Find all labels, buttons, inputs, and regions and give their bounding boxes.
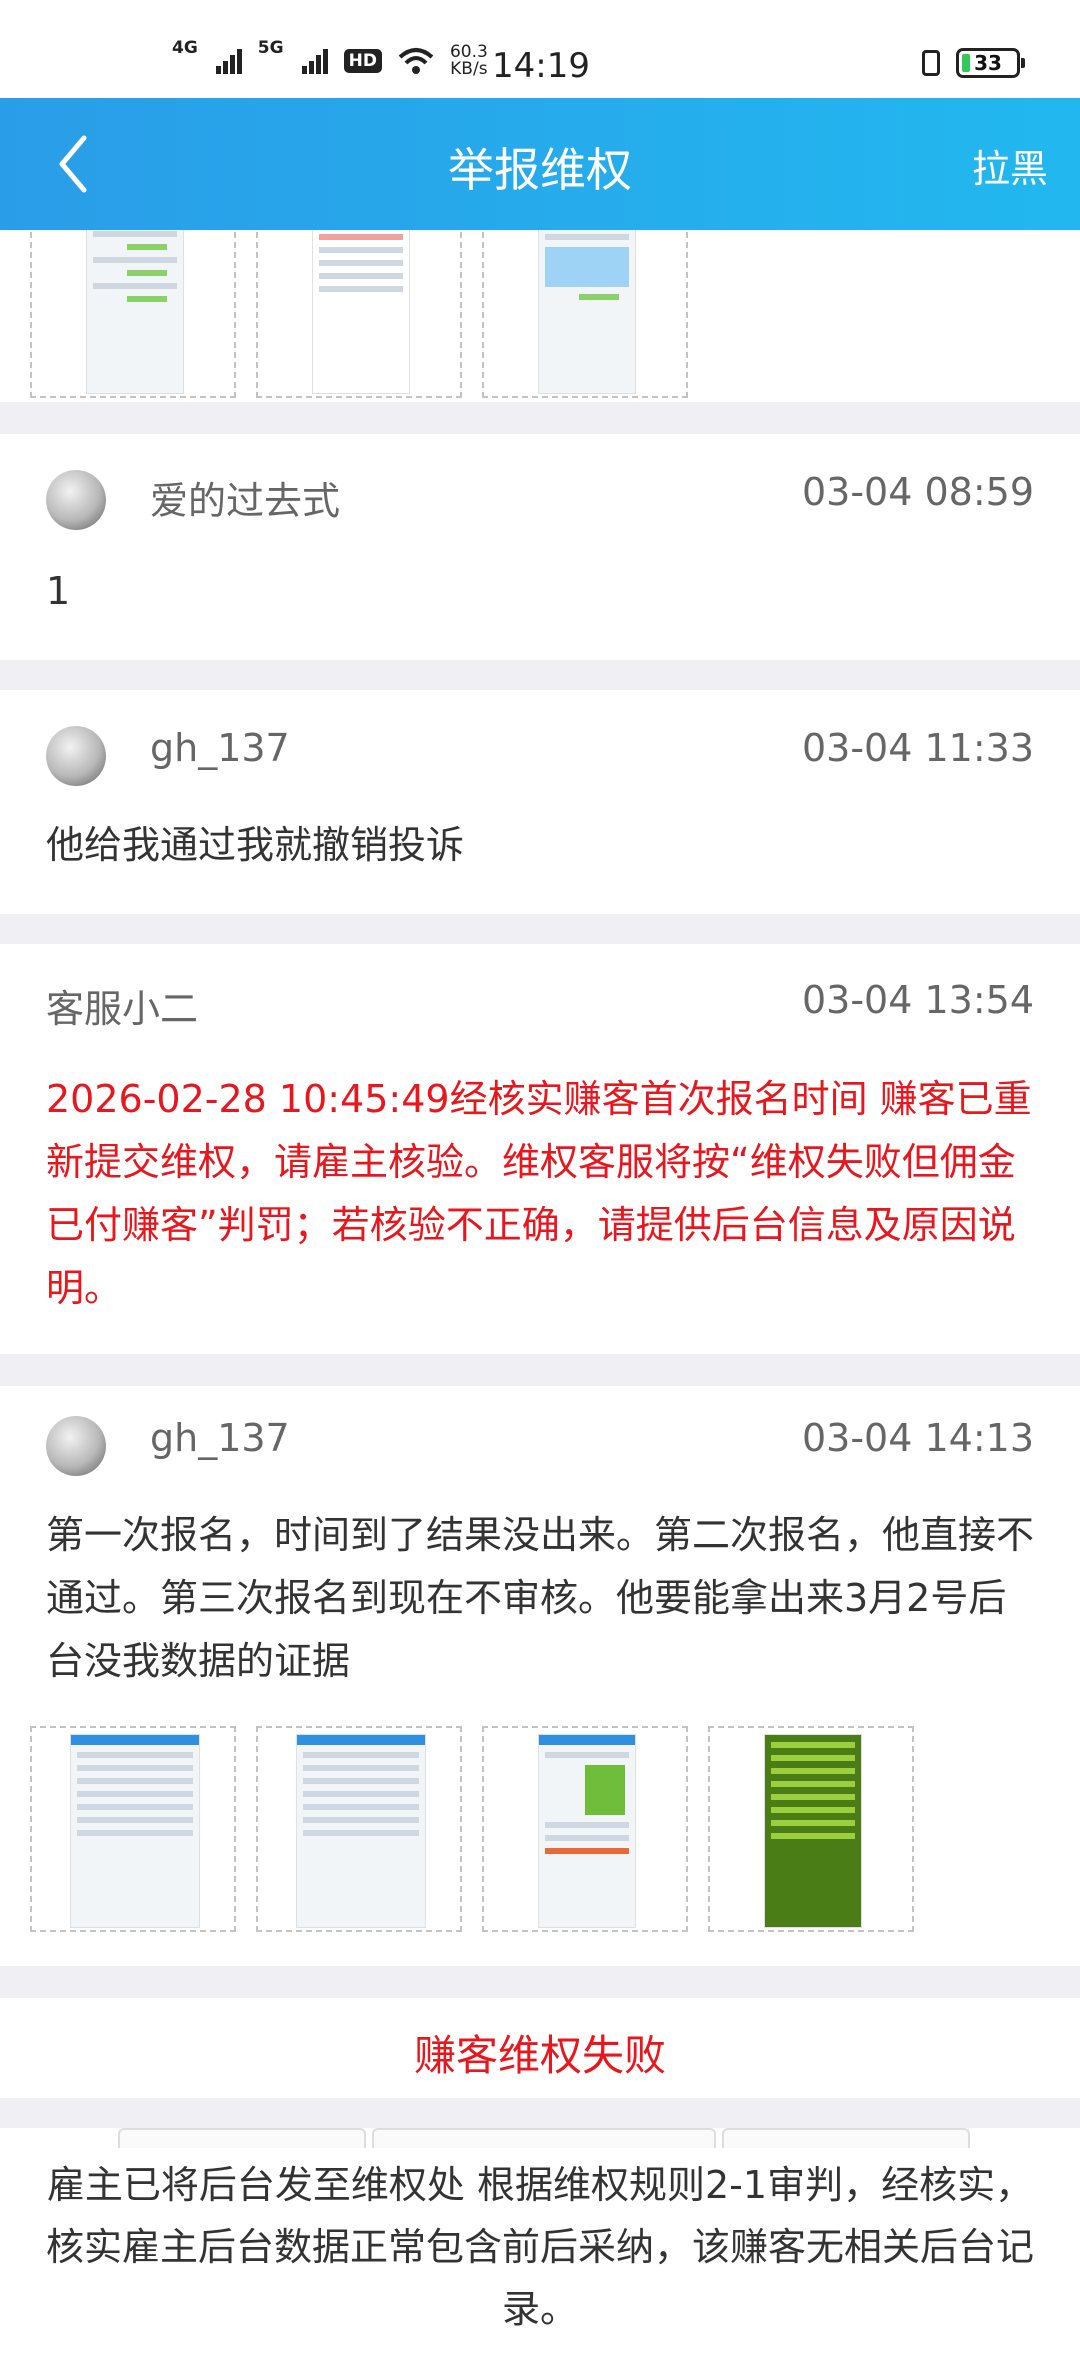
- app-header: 举报维权 拉黑: [0, 98, 1080, 230]
- result-detail-card: 雇主已将后台发至维权处 根据维权规则2-1审判，经核实，核实雇主后台数据正常包含…: [0, 2128, 1080, 2376]
- screenshot-thumbnail[interactable]: [30, 1726, 236, 1932]
- clock: 14:19: [492, 46, 590, 86]
- screenshot-thumbnail[interactable]: [256, 230, 462, 398]
- tab-peek[interactable]: [118, 2128, 366, 2148]
- post-timestamp: 03-04 14:13: [801, 1416, 1034, 1460]
- post-username[interactable]: 爱的过去式: [150, 470, 340, 525]
- status-right: 33: [922, 48, 1025, 78]
- screenshot-thumbnail[interactable]: [256, 1726, 462, 1932]
- wifi-icon: [398, 48, 434, 74]
- battery-icon: 33: [956, 48, 1025, 78]
- status-left: 4G 5G HD 60.3 KB/s: [172, 38, 488, 78]
- post-timestamp: 03-04 11:33: [801, 726, 1034, 770]
- speed-unit: KB/s: [450, 59, 488, 79]
- service-reply-card: 客服小二 03-04 13:54 2026-02-28 10:45:49经核实赚…: [0, 944, 1080, 1354]
- result-status: 赚客维权失败: [413, 2031, 666, 2080]
- post-message: 他给我通过我就撤销投诉: [46, 823, 465, 867]
- avatar[interactable]: [46, 470, 106, 530]
- bottom-tabs-peek: [118, 2128, 970, 2148]
- block-button[interactable]: 拉黑: [972, 138, 1048, 193]
- network-4g-label: 4G: [172, 38, 198, 58]
- evidence-card-top: [0, 230, 1080, 402]
- post-username[interactable]: gh_137: [150, 726, 290, 770]
- avatar[interactable]: [46, 1416, 106, 1476]
- network-speed: 60.3 KB/s: [450, 44, 488, 78]
- tab-peek[interactable]: [722, 2128, 970, 2148]
- content-scroll[interactable]: 爱的过去式 03-04 08:59 1 gh_137 03-04 11:33 他…: [0, 230, 1080, 2376]
- screenshot-thumbnail[interactable]: [482, 230, 688, 398]
- post-message: 1: [46, 569, 71, 613]
- image-grid: [30, 230, 688, 398]
- battery-level: 33: [974, 51, 1002, 75]
- result-detail: 雇主已将后台发至维权处 根据维权规则2-1审判，经核实，核实雇主后台数据正常包含…: [45, 2163, 1034, 2331]
- hd-badge: HD: [343, 49, 382, 73]
- post-timestamp: 03-04 13:54: [801, 978, 1034, 1022]
- image-grid: [30, 1726, 914, 1932]
- post-timestamp: 03-04 08:59: [801, 470, 1034, 514]
- result-banner: 赚客维权失败: [0, 1998, 1080, 2098]
- post-message: 第一次报名，时间到了结果没出来。第二次报名，他直接不通过。第三次报名到现在不审核…: [46, 1513, 1035, 1683]
- status-bar: 4G 5G HD 60.3 KB/s 14:19 33: [0, 0, 1080, 98]
- screenshot-thumbnail[interactable]: [482, 1726, 688, 1932]
- post-card: 爱的过去式 03-04 08:59 1: [0, 434, 1080, 660]
- vibrate-icon: [922, 50, 940, 76]
- post-card: gh_137 03-04 14:13 第一次报名，时间到了结果没出来。第二次报名…: [0, 1386, 1080, 1966]
- screenshot-thumbnail[interactable]: [30, 230, 236, 398]
- post-username[interactable]: gh_137: [150, 1416, 290, 1460]
- tab-peek[interactable]: [372, 2128, 716, 2148]
- post-username: 客服小二: [46, 987, 199, 1031]
- screenshot-thumbnail[interactable]: [708, 1726, 914, 1932]
- service-notice: 2026-02-28 10:45:49经核实赚客首次报名时间 赚客已重新提交维权…: [46, 1077, 1032, 1310]
- signal-icon: [215, 48, 242, 74]
- signal-icon: [301, 48, 328, 74]
- network-5g-label: 5G: [257, 38, 284, 58]
- post-card: gh_137 03-04 11:33 他给我通过我就撤销投诉: [0, 690, 1080, 914]
- avatar[interactable]: [46, 726, 106, 786]
- page-title: 举报维权: [448, 143, 632, 197]
